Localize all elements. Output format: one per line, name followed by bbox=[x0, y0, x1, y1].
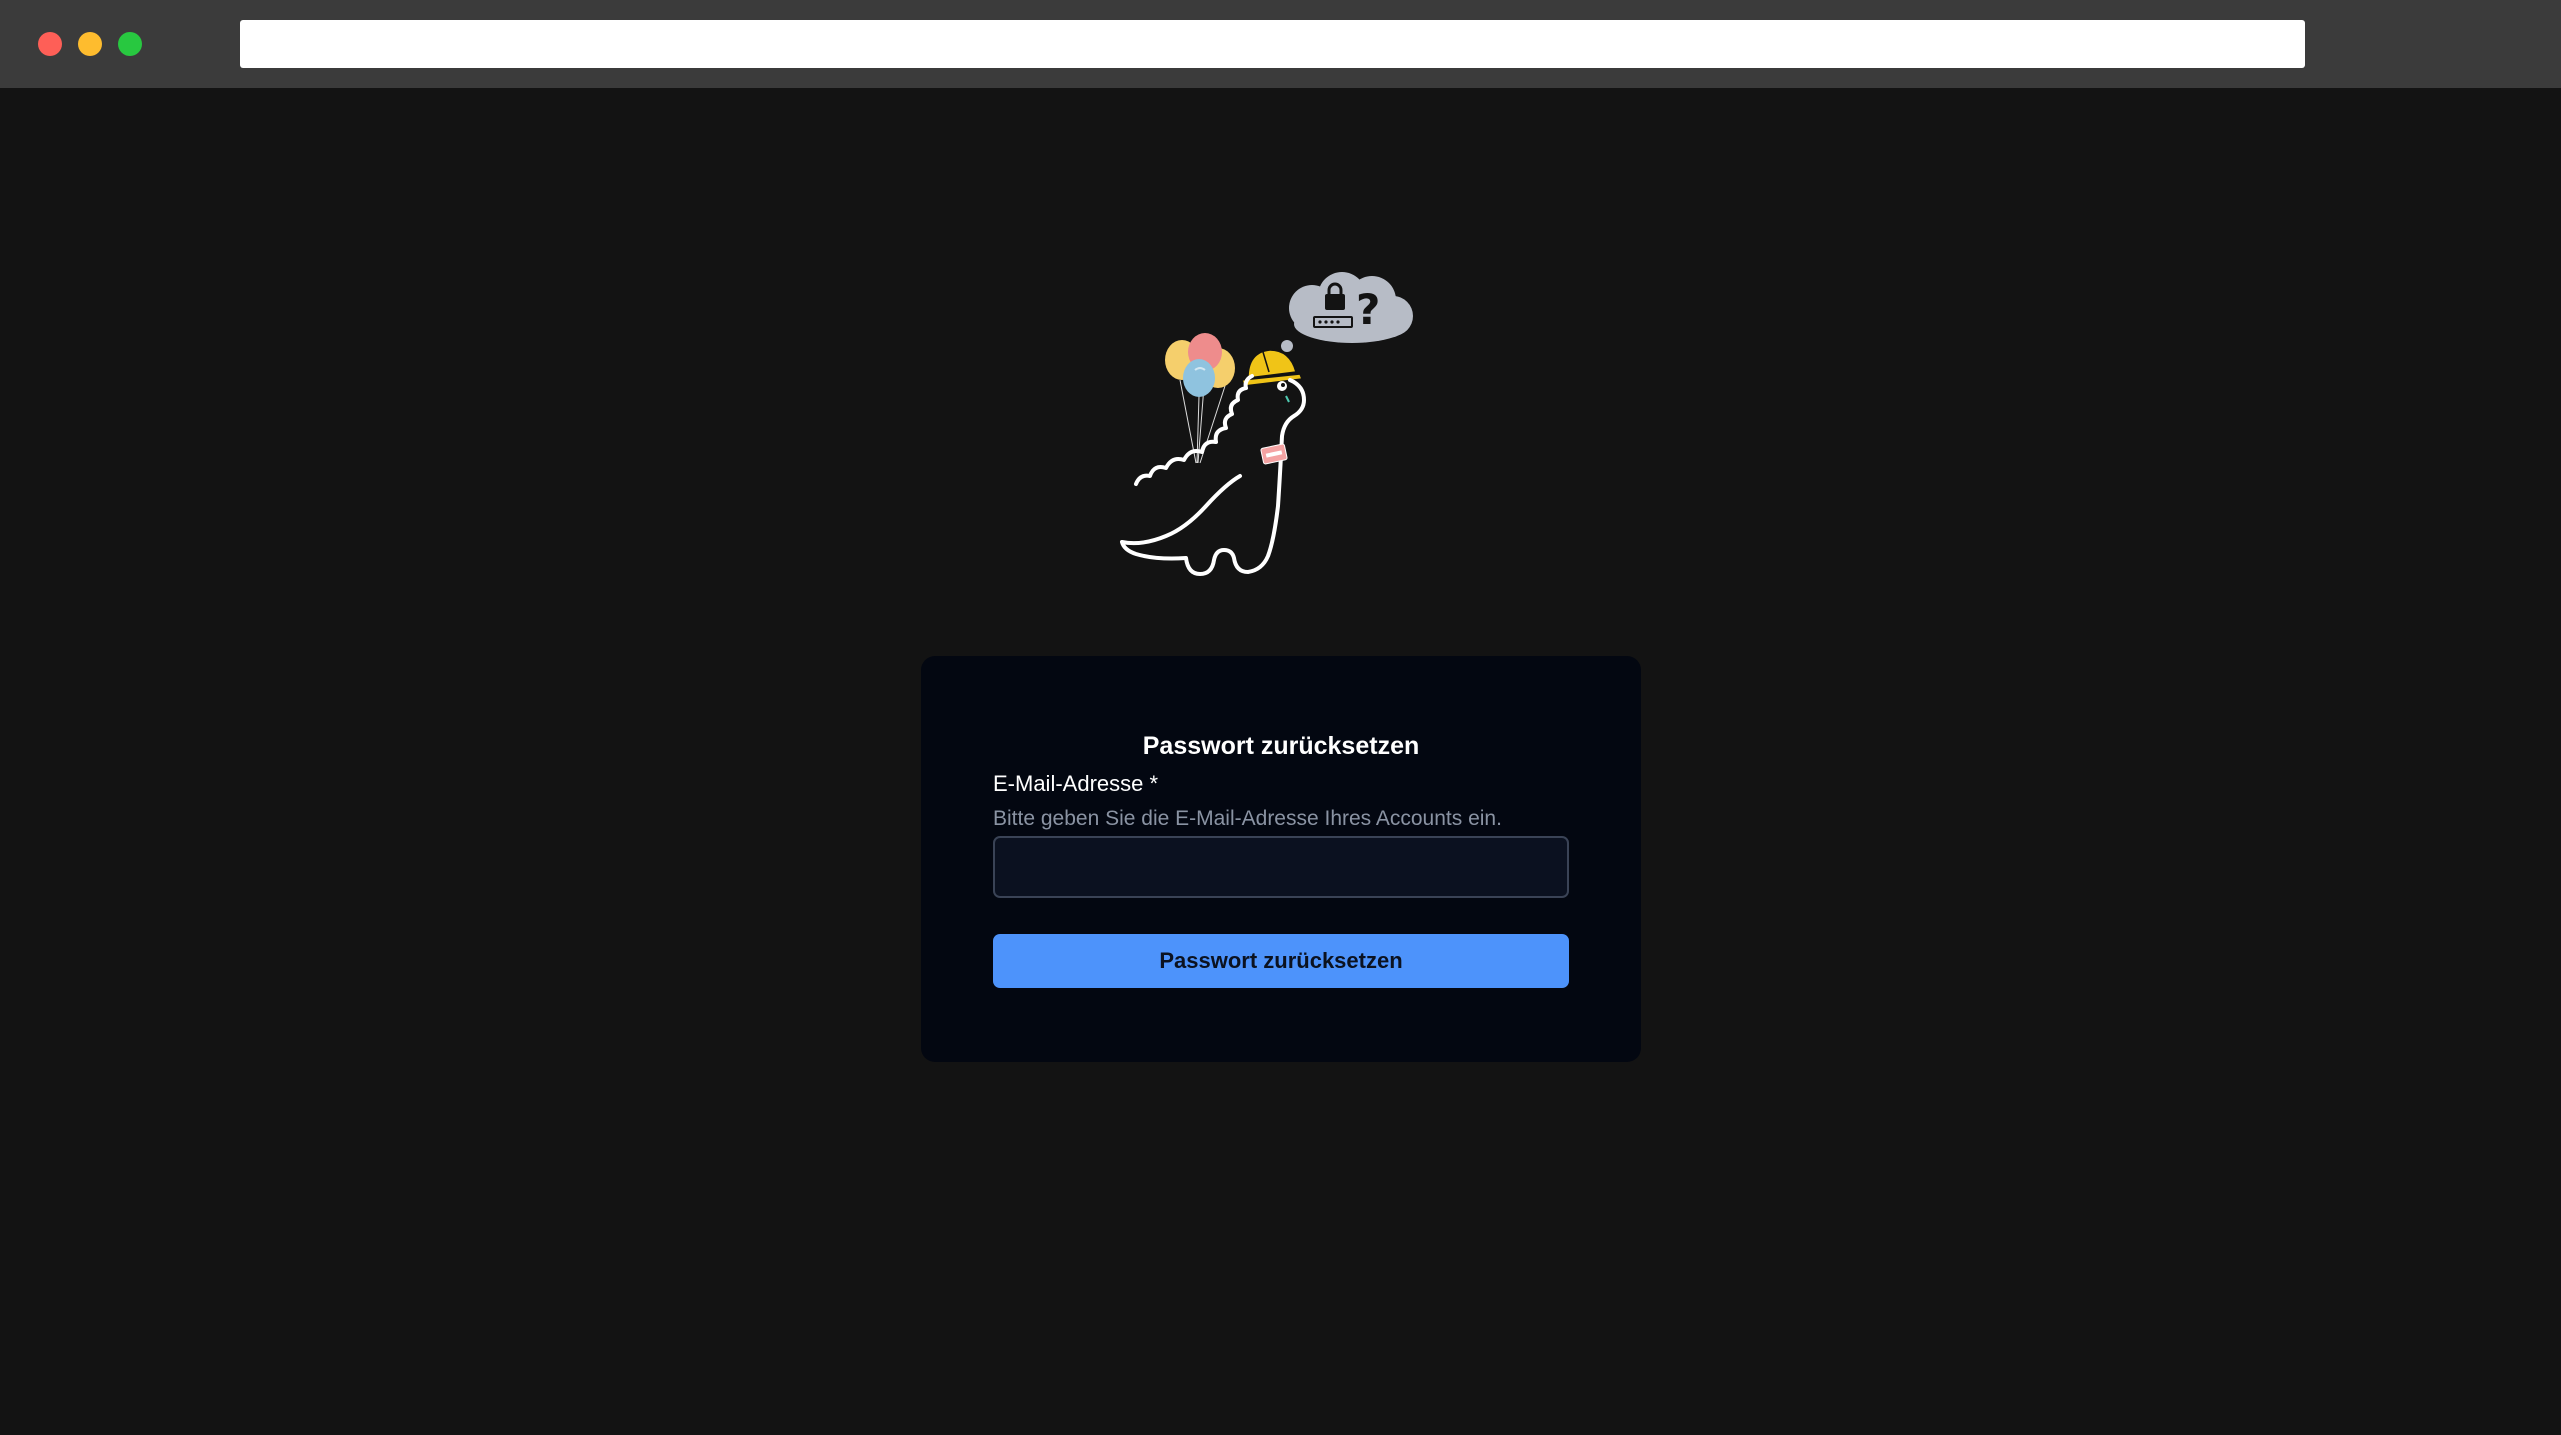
address-bar[interactable] bbox=[240, 20, 2305, 68]
browser-title-bar bbox=[0, 0, 2561, 88]
minimize-window-button[interactable] bbox=[78, 32, 102, 56]
card-title: Passwort zurücksetzen bbox=[1142, 732, 1420, 760]
svg-text:?: ? bbox=[1356, 285, 1380, 334]
name-tag-icon bbox=[1260, 443, 1288, 465]
dinosaur-icon bbox=[1120, 374, 1306, 576]
reset-password-button[interactable]: Passwort zurücksetzen bbox=[993, 934, 1569, 988]
dinosaur-illustration: ? bbox=[1120, 272, 1413, 576]
password-reset-card: Passwort zurücksetzen E-Mail-Adresse * B… bbox=[921, 656, 1641, 1062]
email-label: E-Mail-Adresse * bbox=[993, 771, 1159, 796]
thought-cloud-icon: ? bbox=[1269, 272, 1413, 362]
page-content: ? Passwort zurücksetzen E-Mail-Adresse *… bbox=[0, 88, 2561, 1435]
close-window-button[interactable] bbox=[38, 32, 62, 56]
email-input[interactable] bbox=[993, 836, 1569, 898]
maximize-window-button[interactable] bbox=[118, 32, 142, 56]
email-help-text: Bitte geben Sie die E-Mail-Adresse Ihres… bbox=[993, 807, 1502, 830]
